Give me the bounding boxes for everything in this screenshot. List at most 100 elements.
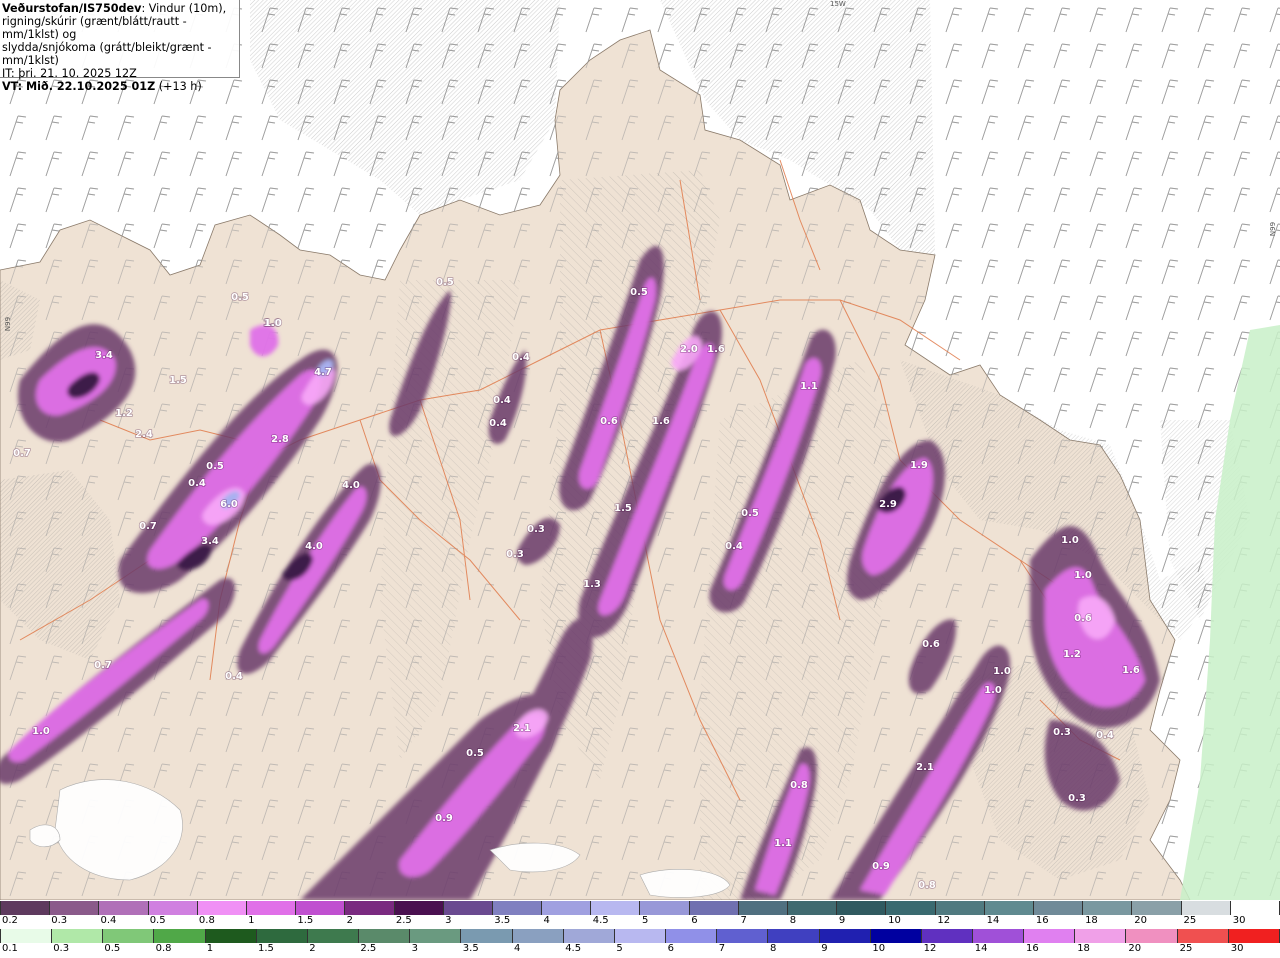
legend-tick-label: 12 — [937, 915, 951, 926]
legend-swatch — [148, 901, 198, 915]
legend-tick-label: 0.5 — [149, 915, 166, 926]
legend-swatch — [1177, 929, 1229, 943]
legend-swatch — [256, 929, 308, 943]
legend-swatch — [345, 901, 395, 915]
precip-value: 2.4 — [135, 429, 153, 440]
legend-swatch — [50, 901, 100, 915]
legend-swatch — [1024, 929, 1076, 943]
precip-value: 3.4 — [201, 536, 219, 547]
legend-tick-label: 0.4 — [100, 915, 117, 926]
legend-tick-label: 4 — [514, 943, 521, 954]
precip-value: 2.8 — [271, 434, 289, 445]
legend-tick-label: 16 — [1035, 915, 1049, 926]
precip-value: 4.0 — [305, 541, 323, 552]
legend-tick-label: 10 — [872, 943, 886, 954]
legend-tick-label: 0.3 — [53, 943, 70, 954]
precip-value: 1.5 — [169, 375, 187, 386]
precip-value: 2.9 — [879, 499, 897, 510]
legend-swatch — [154, 929, 206, 943]
legend-tick-label: 4.5 — [592, 915, 609, 926]
valid-time: VT: Mið. 22.10.2025 01Z — [2, 80, 156, 93]
precip-value: 0.9 — [872, 861, 890, 872]
legend-swatch — [512, 929, 564, 943]
precip-value: 0.7 — [139, 521, 157, 532]
legend-swatch — [972, 929, 1025, 943]
precip-value: 6.0 — [220, 499, 238, 510]
legend-swatch — [0, 929, 53, 943]
legend-tick-label: 8 — [770, 943, 777, 954]
snow-legend-bar — [0, 901, 1280, 915]
precip-value: 1.2 — [115, 408, 133, 419]
legend-tick-label: 0.2 — [2, 915, 18, 926]
legend-swatch — [614, 929, 667, 943]
legend-swatch — [1083, 901, 1133, 915]
rain-legend-bar — [0, 929, 1280, 943]
legend-tick-label: 2 — [309, 943, 316, 954]
legend-tick-label: 3 — [445, 915, 452, 926]
legend-tick-label: 10 — [888, 915, 901, 926]
precip-value: 0.5 — [466, 748, 484, 759]
precip-value: 1.9 — [910, 460, 928, 471]
precip-value: 4.0 — [342, 480, 360, 491]
legend-swatch — [1132, 901, 1182, 915]
legend-tick-label: 2.5 — [395, 915, 412, 926]
precip-value: 1.6 — [1122, 665, 1140, 676]
legend-swatch — [935, 901, 985, 915]
legend-tick-label: 14 — [974, 943, 988, 954]
legend-swatch — [296, 901, 346, 915]
precip-value: 0.4 — [512, 352, 530, 363]
latitude-label-left: N99 — [4, 316, 13, 332]
legend-swatch — [788, 901, 838, 915]
precip-value: 1.6 — [707, 344, 725, 355]
precip-value: 0.5 — [206, 461, 224, 472]
precip-value: 2.1 — [916, 762, 934, 773]
legend-tick-label: 5 — [616, 943, 623, 954]
weather-map: 0.5 1.0 0.5 3.4 1.5 1.2 2.4 0.7 4.7 2.8 0.5 0.4 6.0 0… — [0, 0, 1280, 900]
legend-tick-label: 0.8 — [198, 915, 215, 926]
legend-tick-label: 0.3 — [51, 915, 68, 926]
legend-tick-label: 20 — [1134, 915, 1148, 926]
precip-value: 1.5 — [614, 503, 632, 514]
precip-value: 0.7 — [94, 660, 112, 671]
legend-tick-label: 0.8 — [155, 943, 172, 954]
legend-swatch — [410, 929, 462, 943]
legend-swatch — [689, 901, 739, 915]
legend-swatch — [886, 901, 936, 915]
legend-tick-label: 20 — [1128, 943, 1142, 954]
model-name: Veðurstofan/IS750dev — [2, 2, 142, 15]
legend-tick-label: 18 — [1077, 943, 1090, 954]
legend-swatch — [837, 901, 887, 915]
legend-tick-label: 3.5 — [462, 943, 479, 954]
legend-swatch — [591, 901, 641, 915]
precip-value: 0.5 — [231, 292, 249, 303]
legend-tick-label: 6 — [691, 915, 698, 926]
legend-tick-label: 1 — [206, 943, 214, 954]
legend-swatch — [99, 901, 149, 915]
legend-swatch — [1230, 901, 1280, 915]
precip-value: 0.3 — [527, 524, 545, 535]
legend-swatch — [1228, 929, 1280, 943]
legend-tick-label: 9 — [821, 943, 828, 954]
legend-swatch — [492, 901, 543, 915]
precip-value: 3.4 — [95, 350, 113, 361]
legend-tick-label: 25 — [1179, 943, 1193, 954]
legend-tick-label: 7 — [740, 915, 747, 926]
legend-swatch — [197, 901, 247, 915]
legend-swatch — [640, 901, 690, 915]
legend-swatch — [819, 929, 871, 943]
rain-legend-labels: 0.1 0.3 0.5 0.8 1 1.5 2 2.5 3 3.5 4 4.5 5 6 7 8 9 10 12 14 1… — [0, 943, 1280, 957]
legend-tick-label: 1.5 — [297, 915, 314, 926]
precip-value: 0.5 — [630, 287, 648, 298]
legend-tick-label: 3 — [411, 943, 418, 954]
precip-value: 0.4 — [188, 478, 206, 489]
legend-tick-label: 8 — [789, 915, 797, 926]
precip-value: 1.1 — [774, 838, 792, 849]
legend-swatch — [1181, 901, 1231, 915]
legend-swatch — [921, 929, 973, 943]
legend-swatch — [1033, 901, 1084, 915]
legend-tick-label: 0.5 — [104, 943, 121, 954]
legend-swatch — [461, 929, 513, 943]
precip-value: 1.3 — [583, 579, 601, 590]
precip-value: 0.9 — [435, 813, 453, 824]
legend-tick-label: 16 — [1026, 943, 1039, 954]
